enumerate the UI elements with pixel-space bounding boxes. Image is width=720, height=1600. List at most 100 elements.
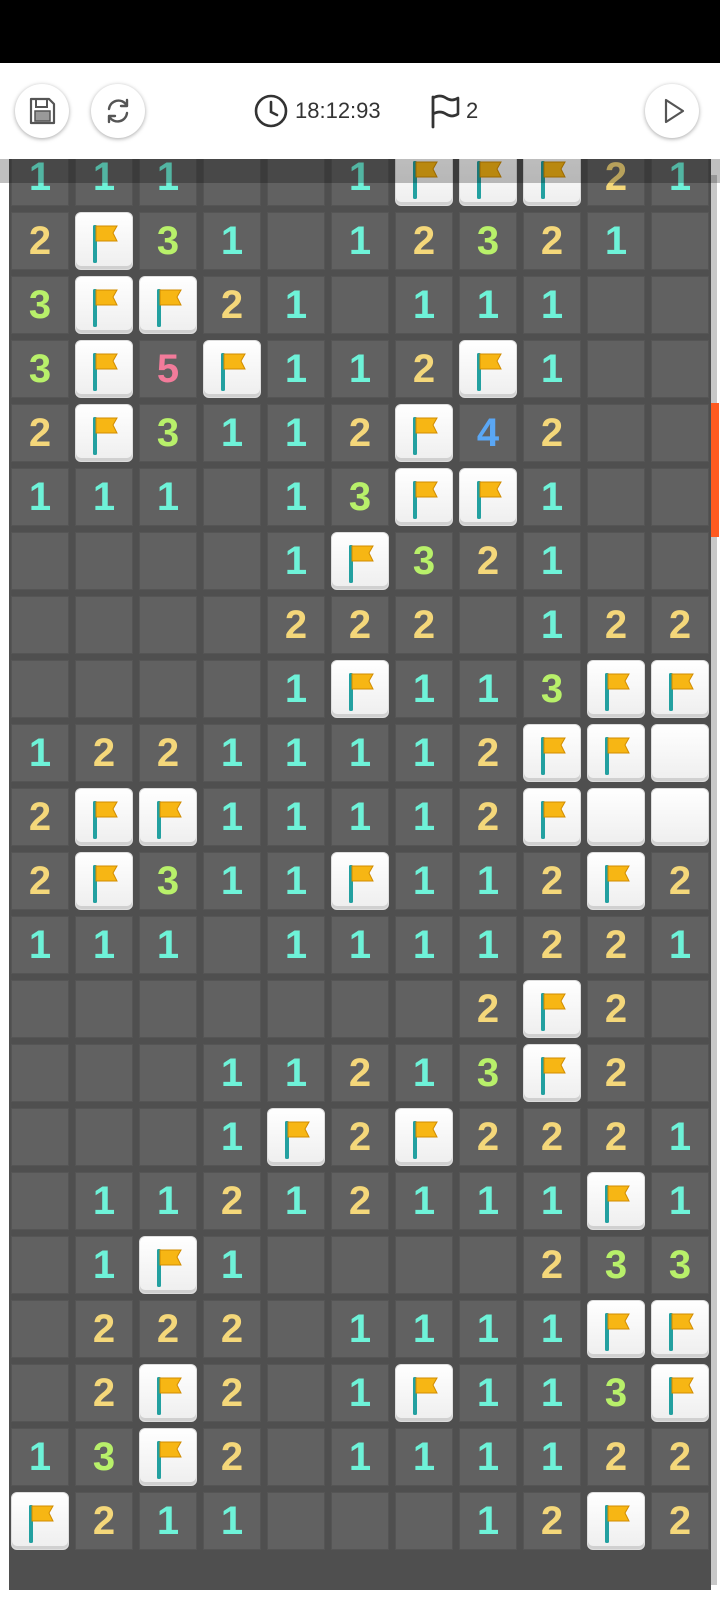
- flagged-cell[interactable]: [75, 404, 133, 462]
- covered-cell[interactable]: [587, 788, 645, 846]
- flagged-cell[interactable]: [587, 852, 645, 910]
- empty-cell[interactable]: [203, 596, 261, 654]
- number-cell[interactable]: 1: [75, 916, 133, 974]
- empty-cell[interactable]: [267, 1428, 325, 1486]
- number-cell[interactable]: 3: [139, 212, 197, 270]
- number-cell[interactable]: 1: [331, 340, 389, 398]
- number-cell[interactable]: 2: [139, 1300, 197, 1358]
- flagged-cell[interactable]: [587, 1172, 645, 1230]
- number-cell[interactable]: 2: [331, 1108, 389, 1166]
- empty-cell[interactable]: [139, 980, 197, 1038]
- number-cell[interactable]: 1: [203, 788, 261, 846]
- number-cell[interactable]: 1: [523, 1428, 581, 1486]
- number-cell[interactable]: 1: [267, 660, 325, 718]
- flagged-cell[interactable]: [331, 660, 389, 718]
- empty-cell[interactable]: [11, 660, 69, 718]
- number-cell[interactable]: 1: [203, 1492, 261, 1550]
- number-cell[interactable]: 2: [267, 596, 325, 654]
- number-cell[interactable]: 1: [203, 1108, 261, 1166]
- empty-cell[interactable]: [11, 980, 69, 1038]
- flagged-cell[interactable]: [395, 404, 453, 462]
- number-cell[interactable]: 1: [267, 852, 325, 910]
- number-cell[interactable]: 2: [331, 1172, 389, 1230]
- empty-cell[interactable]: [267, 1300, 325, 1358]
- empty-cell[interactable]: [587, 404, 645, 462]
- number-cell[interactable]: 2: [331, 404, 389, 462]
- number-cell[interactable]: 3: [75, 1428, 133, 1486]
- number-cell[interactable]: 1: [11, 1428, 69, 1486]
- number-cell[interactable]: 1: [395, 788, 453, 846]
- number-cell[interactable]: 2: [651, 1492, 709, 1550]
- covered-cell[interactable]: [651, 788, 709, 846]
- empty-cell[interactable]: [139, 660, 197, 718]
- number-cell[interactable]: 2: [203, 1364, 261, 1422]
- number-cell[interactable]: 1: [267, 1172, 325, 1230]
- number-cell[interactable]: 1: [139, 1172, 197, 1230]
- number-cell[interactable]: 3: [523, 660, 581, 718]
- flagged-cell[interactable]: [395, 1364, 453, 1422]
- number-cell[interactable]: 2: [651, 1428, 709, 1486]
- number-cell[interactable]: 2: [331, 1044, 389, 1102]
- flagged-cell[interactable]: [651, 660, 709, 718]
- empty-cell[interactable]: [651, 212, 709, 270]
- number-cell[interactable]: 1: [395, 724, 453, 782]
- number-cell[interactable]: 1: [459, 1300, 517, 1358]
- number-cell[interactable]: 1: [267, 1044, 325, 1102]
- empty-cell[interactable]: [75, 596, 133, 654]
- flagged-cell[interactable]: [75, 340, 133, 398]
- flagged-cell[interactable]: [139, 1236, 197, 1294]
- empty-cell[interactable]: [75, 660, 133, 718]
- number-cell[interactable]: 2: [11, 788, 69, 846]
- empty-cell[interactable]: [587, 532, 645, 590]
- empty-cell[interactable]: [459, 596, 517, 654]
- flagged-cell[interactable]: [523, 788, 581, 846]
- number-cell[interactable]: 1: [459, 916, 517, 974]
- number-cell[interactable]: 2: [523, 1492, 581, 1550]
- number-cell[interactable]: 1: [267, 468, 325, 526]
- number-cell[interactable]: 1: [459, 852, 517, 910]
- number-cell[interactable]: 3: [11, 276, 69, 334]
- number-cell[interactable]: 1: [395, 1300, 453, 1358]
- number-cell[interactable]: 1: [139, 916, 197, 974]
- number-cell[interactable]: 2: [11, 404, 69, 462]
- covered-cell[interactable]: [651, 724, 709, 782]
- number-cell[interactable]: 2: [395, 596, 453, 654]
- flagged-cell[interactable]: [75, 276, 133, 334]
- number-cell[interactable]: 1: [139, 1492, 197, 1550]
- number-cell[interactable]: 1: [459, 276, 517, 334]
- flagged-cell[interactable]: [75, 788, 133, 846]
- flagged-cell[interactable]: [11, 1492, 69, 1550]
- number-cell[interactable]: 5: [139, 340, 197, 398]
- empty-cell[interactable]: [75, 1044, 133, 1102]
- empty-cell[interactable]: [587, 276, 645, 334]
- flagged-cell[interactable]: [395, 468, 453, 526]
- flagged-cell[interactable]: [587, 724, 645, 782]
- flagged-cell[interactable]: [267, 1108, 325, 1166]
- number-cell[interactable]: 1: [459, 1492, 517, 1550]
- empty-cell[interactable]: [651, 340, 709, 398]
- number-cell[interactable]: 1: [75, 468, 133, 526]
- empty-cell[interactable]: [459, 1236, 517, 1294]
- number-cell[interactable]: 2: [587, 596, 645, 654]
- number-cell[interactable]: 2: [395, 340, 453, 398]
- empty-cell[interactable]: [11, 1108, 69, 1166]
- empty-cell[interactable]: [11, 1236, 69, 1294]
- flagged-cell[interactable]: [331, 532, 389, 590]
- number-cell[interactable]: 1: [395, 276, 453, 334]
- flagged-cell[interactable]: [139, 1428, 197, 1486]
- empty-cell[interactable]: [75, 532, 133, 590]
- empty-cell[interactable]: [587, 340, 645, 398]
- number-cell[interactable]: 1: [267, 340, 325, 398]
- number-cell[interactable]: 3: [139, 852, 197, 910]
- empty-cell[interactable]: [139, 532, 197, 590]
- flagged-cell[interactable]: [523, 980, 581, 1038]
- empty-cell[interactable]: [203, 980, 261, 1038]
- number-cell[interactable]: 2: [203, 1300, 261, 1358]
- number-cell[interactable]: 1: [523, 276, 581, 334]
- number-cell[interactable]: 2: [459, 980, 517, 1038]
- number-cell[interactable]: 2: [331, 596, 389, 654]
- number-cell[interactable]: 1: [523, 1300, 581, 1358]
- flagged-cell[interactable]: [139, 276, 197, 334]
- flagged-cell[interactable]: [587, 1492, 645, 1550]
- number-cell[interactable]: 1: [459, 1428, 517, 1486]
